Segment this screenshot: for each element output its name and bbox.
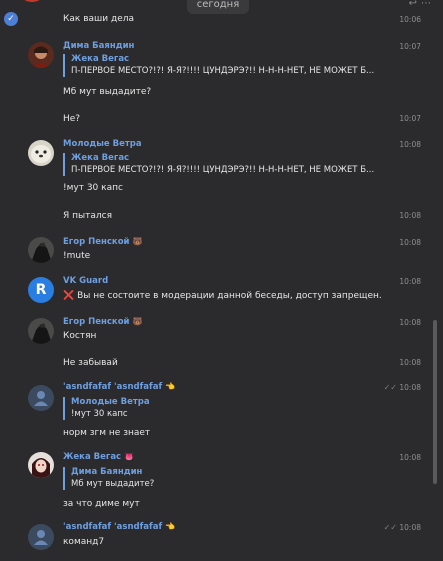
message-time: 10:08 [399, 453, 421, 462]
message-actions[interactable]: ↩⋯ [409, 0, 435, 9]
message-author[interactable]: 'asndfafaf 'asndfafaf 👈 [63, 522, 175, 532]
message-time: 10:08 [399, 318, 421, 327]
date-chip: сегодня [187, 0, 249, 14]
message-author[interactable]: Егор Пенской 🐻 [63, 237, 142, 247]
author-name[interactable]: Жека Вегас [63, 452, 121, 462]
avatar[interactable] [28, 524, 54, 550]
message-text: !mute [63, 251, 91, 261]
message-time: 10:07 [399, 42, 421, 51]
avatar[interactable] [28, 237, 54, 263]
vk-guard-logo-icon[interactable]: R [28, 277, 54, 303]
message-text: Костян [63, 331, 97, 341]
message-text: Мб мут выдадите? [63, 87, 152, 97]
author-badge-icon: 🐻 [132, 317, 143, 326]
quote-author: Молодые Ветра [71, 397, 150, 407]
reply-quote[interactable]: Дима Баяндин Мб мут выдадите? [63, 467, 154, 490]
reply-quote[interactable]: Молодые Ветра !мут 30 капс [63, 397, 150, 420]
avatar[interactable] [28, 318, 54, 344]
author-name[interactable]: Егор Пенской [63, 237, 130, 247]
message-text: команд7 [63, 537, 105, 547]
quote-text: П-ПЕРВОЕ МЕСТО?!?! Я-Я?!!!! ЦУНДЭРЭ?!! Н… [71, 165, 375, 175]
quote-text: !мут 30 капс [71, 409, 128, 419]
author-badge-icon: 👅 [124, 452, 135, 461]
message-author[interactable]: Жека Вегас 👅 [63, 452, 134, 462]
read-checkmarks-icon: ✓✓ [383, 523, 397, 532]
message-text: !мут 30 капс [63, 183, 123, 193]
quote-author: Дима Баяндин [71, 467, 143, 477]
message-time: 10:08 [399, 211, 421, 220]
reply-quote[interactable]: Жека Вегас П-ПЕРВОЕ МЕСТО?!?! Я-Я?!!!! Ц… [63, 54, 374, 77]
quote-text: Мб мут выдадите? [71, 479, 155, 489]
message-text: Как ваши дела [63, 14, 134, 24]
message-author[interactable]: Дима Баяндин [63, 41, 134, 51]
message-time: 10:08 [399, 140, 421, 149]
avatar[interactable] [28, 452, 54, 478]
message-time: 10:08 [399, 358, 421, 367]
avatar[interactable] [28, 140, 54, 166]
selected-check-icon[interactable]: ✓ [4, 12, 18, 26]
author-badge-icon: 🐻 [132, 237, 143, 246]
reply-quote[interactable]: Жека Вегас П-ПЕРВОЕ МЕСТО?!?! Я-Я?!!!! Ц… [63, 153, 374, 176]
more-icon[interactable]: ⋯ [421, 0, 435, 9]
read-checkmarks-icon: ✓✓ [383, 383, 397, 392]
message-text: ❌ Вы не состоите в модерации данной бесе… [63, 291, 382, 301]
message-time: 10:08 [399, 277, 421, 286]
message-author[interactable]: 'asndfafaf 'asndfafaf 👈 [63, 382, 175, 392]
message-author[interactable]: Молодые Ветра [63, 139, 142, 149]
message-text: норм згм не знает [63, 428, 151, 438]
message-text: Не забывай [63, 358, 118, 368]
message-text: Не? [63, 114, 81, 124]
author-name[interactable]: Егор Пенской [63, 317, 130, 327]
author-badge-icon: 👈 [165, 382, 176, 391]
author-badge-icon: 👈 [165, 522, 176, 531]
avatar[interactable] [28, 42, 54, 68]
message-text: за что диме мут [63, 499, 140, 509]
scrollbar[interactable] [433, 320, 437, 484]
previous-avatar-edge [22, 0, 42, 2]
avatar[interactable] [28, 385, 54, 411]
message-time: 10:07 [399, 114, 421, 123]
message-time: 10:06 [399, 15, 421, 24]
reply-icon[interactable]: ↩ [409, 0, 421, 9]
quote-text: П-ПЕРВОЕ МЕСТО?!?! Я-Я?!!!! ЦУНДЭРЭ?!! Н… [71, 66, 375, 76]
quote-author: Жека Вегас [71, 54, 130, 64]
message-time: 10:08 [399, 238, 421, 247]
message-author[interactable]: VK Guard [63, 276, 108, 286]
author-name[interactable]: 'asndfafaf 'asndfafaf [63, 382, 162, 392]
message-time: 10:08 [399, 383, 421, 392]
message-time: 10:08 [399, 523, 421, 532]
author-name[interactable]: 'asndfafaf 'asndfafaf [63, 522, 162, 532]
message-text: Я пытался [63, 211, 112, 221]
message-author[interactable]: Егор Пенской 🐻 [63, 317, 142, 327]
quote-author: Жека Вегас [71, 153, 130, 163]
